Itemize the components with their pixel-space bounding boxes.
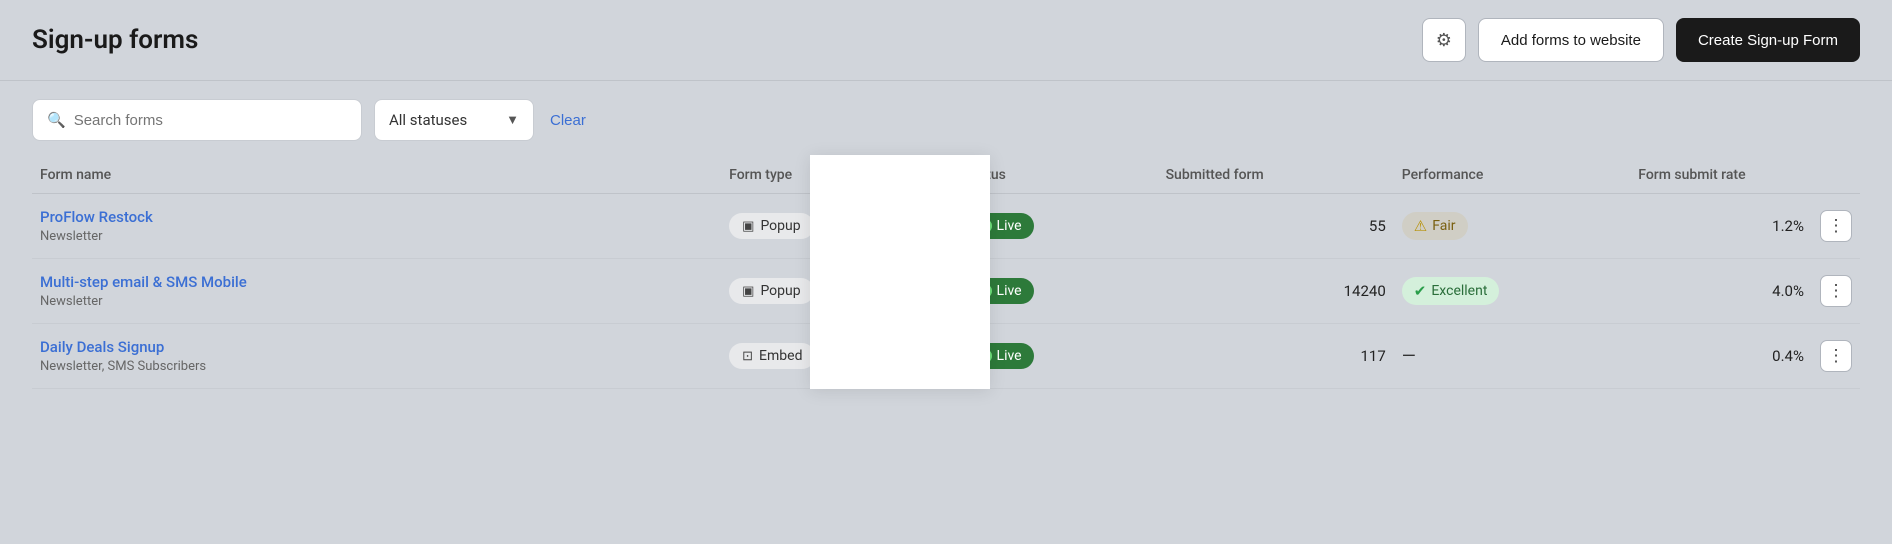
form-type-cell: ⊡Embed	[721, 324, 957, 389]
type-icon: ⊡	[742, 349, 753, 364]
table-row: Multi-step email & SMS Mobile Newsletter…	[32, 259, 1860, 324]
more-actions-button[interactable]: ⋮	[1820, 275, 1852, 307]
form-submitted-cell: 14240	[1158, 259, 1394, 324]
gear-icon: ⚙	[1436, 30, 1452, 51]
performance-dash: —	[1402, 346, 1416, 367]
table-row: ProFlow Restock Newsletter ▣Popup Live 55 ⚠…	[32, 194, 1860, 259]
live-dot-icon	[978, 284, 992, 298]
filters-bar: 🔍 All statuses ▼ Clear	[0, 81, 1892, 155]
type-icon: ▣	[742, 284, 754, 299]
forms-table-container: Form name Form type Status Submitted for…	[0, 155, 1892, 389]
form-sub-label: Newsletter	[40, 229, 103, 244]
check-icon: ✔	[1414, 282, 1427, 300]
form-type-badge: ⊡Embed	[729, 343, 815, 369]
form-actions-cell: ⋮	[1812, 259, 1860, 324]
form-name-cell: Daily Deals Signup Newsletter, SMS Subsc…	[32, 324, 721, 389]
status-live-badge: Live	[966, 278, 1034, 304]
form-type-cell: ▣Popup	[721, 194, 957, 259]
submitted-value: 117	[1360, 347, 1385, 365]
warning-icon: ⚠	[1414, 217, 1427, 235]
rate-value: 0.4%	[1772, 347, 1804, 365]
rate-value: 1.2%	[1772, 217, 1804, 235]
rate-value: 4.0%	[1772, 282, 1804, 300]
performance-badge: ✔Excellent	[1402, 277, 1500, 305]
header-actions: ⚙ Add forms to website Create Sign-up Fo…	[1422, 18, 1860, 62]
form-name-cell: ProFlow Restock Newsletter	[32, 194, 721, 259]
add-forms-button[interactable]: Add forms to website	[1478, 18, 1664, 62]
live-dot-icon	[978, 349, 992, 363]
status-dropdown-label: All statuses	[389, 111, 467, 129]
form-rate-cell: 1.2%	[1630, 194, 1812, 259]
form-name-link[interactable]: Multi-step email & SMS Mobile	[40, 273, 713, 291]
col-header-type: Form type	[721, 155, 957, 194]
search-icon: 🔍	[47, 111, 66, 129]
col-header-name: Form name	[32, 155, 721, 194]
search-box[interactable]: 🔍	[32, 99, 362, 141]
status-live-badge: Live	[966, 213, 1034, 239]
chevron-down-icon: ▼	[506, 112, 519, 128]
gear-button[interactable]: ⚙	[1422, 18, 1466, 62]
form-performance-cell: ✔Excellent	[1394, 259, 1631, 324]
form-name-cell: Multi-step email & SMS Mobile Newsletter	[32, 259, 721, 324]
col-header-performance: Performance	[1394, 155, 1631, 194]
form-type-badge: ▣Popup	[729, 213, 813, 239]
form-actions-cell: ⋮	[1812, 194, 1860, 259]
form-status-cell: Live	[958, 324, 1158, 389]
col-header-actions	[1812, 155, 1860, 194]
status-dropdown[interactable]: All statuses ▼	[374, 99, 534, 141]
live-dot-icon	[978, 219, 992, 233]
col-header-submitted: Submitted form	[1158, 155, 1394, 194]
table-row: Daily Deals Signup Newsletter, SMS Subsc…	[32, 324, 1860, 389]
form-sub-label: Newsletter, SMS Subscribers	[40, 359, 206, 374]
form-performance-cell: ⚠Fair	[1394, 194, 1631, 259]
page-header: Sign-up forms ⚙ Add forms to website Cre…	[0, 0, 1892, 81]
create-form-button[interactable]: Create Sign-up Form	[1676, 18, 1860, 62]
form-name-link[interactable]: Daily Deals Signup	[40, 338, 713, 356]
more-actions-button[interactable]: ⋮	[1820, 340, 1852, 372]
type-icon: ▣	[742, 219, 754, 234]
form-type-badge: ▣Popup	[729, 278, 813, 304]
table-header-row: Form name Form type Status Submitted for…	[32, 155, 1860, 194]
search-input[interactable]	[74, 112, 347, 129]
form-status-cell: Live	[958, 259, 1158, 324]
form-submitted-cell: 55	[1158, 194, 1394, 259]
clear-button[interactable]: Clear	[546, 112, 590, 129]
forms-table: Form name Form type Status Submitted for…	[32, 155, 1860, 389]
page-title: Sign-up forms	[32, 25, 198, 55]
form-sub-label: Newsletter	[40, 294, 103, 309]
form-rate-cell: 0.4%	[1630, 324, 1812, 389]
form-status-cell: Live	[958, 194, 1158, 259]
form-rate-cell: 4.0%	[1630, 259, 1812, 324]
col-header-rate: Form submit rate	[1630, 155, 1812, 194]
submitted-value: 55	[1369, 217, 1386, 235]
form-actions-cell: ⋮	[1812, 324, 1860, 389]
col-header-status: Status	[958, 155, 1158, 194]
form-name-link[interactable]: ProFlow Restock	[40, 208, 713, 226]
status-live-badge: Live	[966, 343, 1034, 369]
submitted-value: 14240	[1344, 282, 1386, 300]
form-type-cell: ▣Popup	[721, 259, 957, 324]
form-performance-cell: —	[1394, 324, 1631, 389]
more-actions-button[interactable]: ⋮	[1820, 210, 1852, 242]
performance-badge: ⚠Fair	[1402, 212, 1468, 240]
form-submitted-cell: 117	[1158, 324, 1394, 389]
